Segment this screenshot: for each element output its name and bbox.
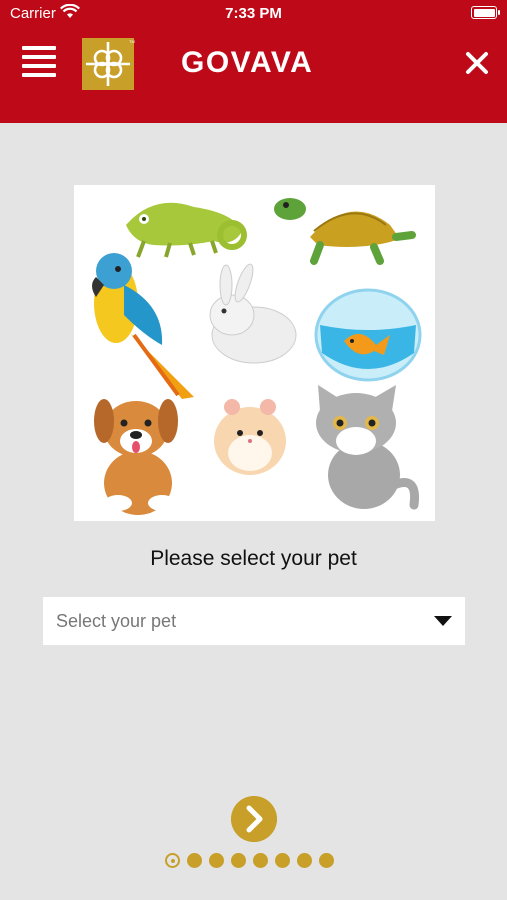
close-button[interactable] [462,48,492,78]
step-dot-2 [187,853,202,868]
govava-logo: TM [82,38,135,90]
step-dot-1 [165,853,180,868]
step-dot-4 [231,853,246,868]
status-bar: Carrier 7:33 PM [0,0,507,28]
step-dot-6 [275,853,290,868]
pet-select-placeholder: Select your pet [56,611,177,631]
step-dot-8 [319,853,334,868]
pets-illustration [74,185,435,521]
app-header: Carrier 7:33 PM TM GOVAVA [0,0,507,123]
next-button[interactable] [231,796,277,842]
status-time: 7:33 PM [225,5,282,22]
fishbowl-image [314,288,422,382]
step-dot-5 [253,853,268,868]
dropdown-arrow-icon [434,616,452,626]
step-dot-7 [297,853,312,868]
svg-text:TM: TM [129,39,135,44]
brand-title: GOVAVA [181,46,314,79]
battery-icon [471,6,500,19]
hamster-image [214,399,286,475]
step-dot-3 [209,853,224,868]
close-icon [466,52,488,74]
pet-select-dropdown[interactable]: Select your pet [43,597,465,645]
menu-button[interactable] [22,46,56,78]
pet-prompt: Please select your pet [150,547,357,570]
hamburger-menu-icon [22,46,56,50]
